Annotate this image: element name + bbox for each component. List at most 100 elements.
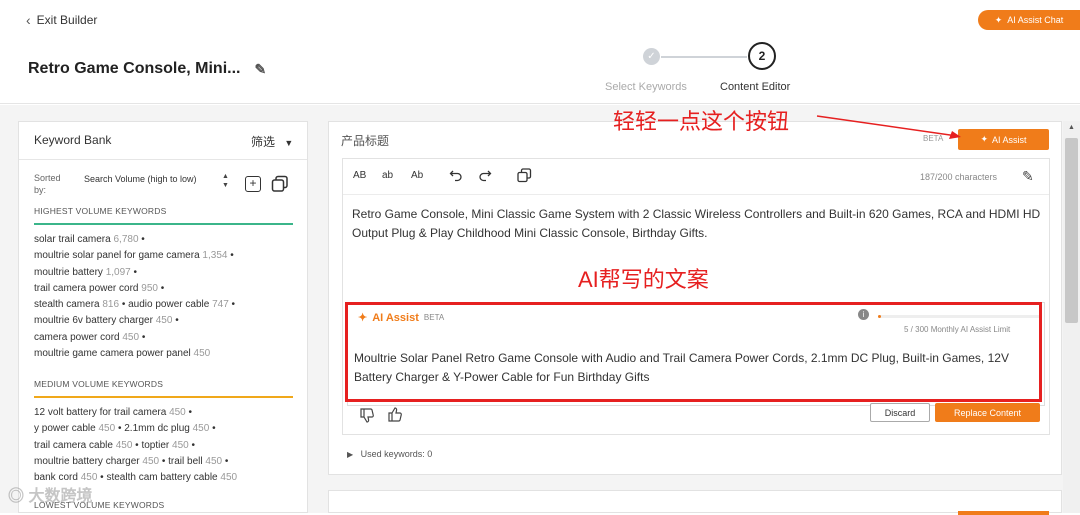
title-content-text[interactable]: Retro Game Console, Mini Classic Game Sy…	[352, 205, 1042, 243]
keyword-separator: •	[227, 250, 234, 262]
keyword-item[interactable]: trail bell	[168, 456, 202, 467]
keyword-section-heading: HIGHEST VOLUME KEYWORDS	[34, 206, 167, 216]
thumbs-down-icon[interactable]	[359, 407, 375, 423]
product-title-text: Retro Game Console, Mini...	[28, 60, 241, 77]
sorted-by-label: Sorted by:	[34, 173, 61, 195]
annotation-highlight-box	[345, 302, 1042, 402]
keyword-volume: 6,780	[113, 234, 139, 245]
keyword-volume: 450	[115, 439, 133, 451]
discard-button[interactable]: Discard	[870, 403, 930, 422]
step-connector-line	[661, 56, 747, 58]
keyword-volume: 450	[155, 315, 173, 327]
keyword-volume: 1,097	[105, 266, 131, 278]
filter-dropdown[interactable]: 筛选 ▼	[251, 133, 293, 150]
keyword-section-heading: MEDIUM VOLUME KEYWORDS	[34, 379, 164, 389]
keyword-item[interactable]: stealth cam battery cable	[106, 472, 217, 483]
ai-assist-chat-button[interactable]: ✦ AI Assist Chat	[978, 10, 1080, 30]
lowercase-button[interactable]: ab	[382, 170, 393, 181]
keyword-volume: 450	[192, 423, 210, 435]
scrollbar-thumb[interactable]	[1065, 138, 1078, 323]
step-1-label[interactable]: Select Keywords	[605, 81, 687, 93]
keyword-volume: 747	[212, 299, 229, 311]
redo-icon[interactable]	[478, 168, 492, 182]
keyword-item[interactable]: moultrie solar panel for game camera	[34, 250, 200, 261]
keyword-bank-panel: Keyword Bank 筛选 ▼ Sorted by: Search Volu…	[18, 121, 308, 513]
keyword-item[interactable]: 2.1mm dc plug	[124, 423, 190, 434]
add-keyword-icon[interactable]: +	[245, 176, 261, 192]
keyword-line: trail camera cable 450 • toptier 450 •	[34, 438, 299, 454]
keyword-volume: 450	[142, 455, 160, 467]
thumbs-up-icon[interactable]	[387, 407, 403, 423]
keyword-volume: 450	[122, 331, 140, 343]
titlecase-button[interactable]: Ab	[411, 170, 423, 181]
keyword-volume: 450	[98, 423, 116, 435]
keyword-list: solar trail camera 6,780 • moultrie sola…	[34, 232, 299, 362]
step-2-indicator[interactable]: 2	[748, 42, 776, 70]
keyword-separator: •	[157, 282, 165, 294]
keyword-separator: •	[209, 423, 216, 435]
keyword-item[interactable]: moultrie battery	[34, 267, 103, 278]
editor-toolbar: AB ab Ab 187/200 characters ✎	[343, 159, 1049, 195]
keyword-section-divider	[34, 396, 293, 398]
next-ai-assist-button-edge[interactable]	[958, 511, 1049, 515]
replace-content-button[interactable]: Replace Content	[935, 403, 1040, 422]
keyword-item[interactable]: y power cable	[34, 423, 96, 434]
filter-label: 筛选	[251, 135, 276, 149]
keyword-line: y power cable 450 • 2.1mm dc plug 450 •	[34, 421, 299, 437]
ai-assist-button[interactable]: ✦ AI Assist	[958, 129, 1049, 150]
edit-title-pencil-icon[interactable]: ✎	[254, 61, 266, 78]
keyword-item[interactable]: toptier	[141, 440, 169, 451]
keyword-line: moultrie battery charger 450 • trail bel…	[34, 454, 299, 470]
keyword-item[interactable]: trail camera cable	[34, 440, 113, 451]
keyword-volume: 450	[169, 407, 186, 418]
caret-down-icon: ▼	[284, 138, 294, 148]
keyword-separator: •	[138, 234, 145, 245]
keyword-item[interactable]: stealth camera	[34, 299, 100, 310]
watermark-text: 大数跨境	[28, 488, 93, 505]
annotation-arrow	[816, 115, 961, 139]
ai-assist-chat-label: AI Assist Chat	[1007, 15, 1064, 25]
keyword-section-divider	[34, 223, 293, 225]
scroll-up-arrow-icon[interactable]: ▲	[1068, 124, 1075, 131]
keyword-volume: 950	[141, 282, 158, 294]
keyword-item[interactable]: trail camera power cord	[34, 283, 138, 294]
keyword-separator: •	[159, 455, 169, 467]
used-keywords-toggle[interactable]: ▶ Used keywords: 0	[347, 449, 432, 459]
copy-icon[interactable]	[517, 168, 532, 183]
exit-builder-link[interactable]: ‹ Exit Builder	[26, 12, 97, 28]
uppercase-button[interactable]: AB	[353, 170, 366, 181]
keyword-separator: •	[228, 299, 236, 311]
copy-keywords-icon[interactable]	[271, 175, 289, 193]
keyword-line: stealth camera 816 • audio power cable 7…	[34, 297, 299, 313]
keyword-item[interactable]: 12 volt battery for trail camera	[34, 407, 166, 418]
keyword-volume: 450	[193, 348, 211, 360]
keyword-bank-header: Keyword Bank 筛选 ▼	[19, 122, 307, 160]
keyword-item[interactable]: moultrie 6v battery charger	[34, 315, 153, 326]
keyword-separator: •	[115, 423, 125, 435]
character-count: 187/200 characters	[920, 172, 998, 182]
product-title-field-label: 产品标题	[341, 134, 390, 148]
keyword-line: moultrie battery 1,097 •	[34, 265, 299, 281]
product-title-heading: Retro Game Console, Mini... ✎	[28, 60, 266, 78]
step-2-label[interactable]: Content Editor	[720, 81, 790, 93]
sort-select[interactable]: Search Volume (high to low)	[84, 172, 204, 186]
pencil-icon[interactable]: ✎	[1022, 168, 1034, 185]
keyword-line: solar trail camera 6,780 •	[34, 232, 299, 248]
keyword-item[interactable]: camera power cord	[34, 332, 120, 343]
sort-arrows-icon[interactable]: ▲ ▼	[222, 172, 229, 190]
keyword-separator: •	[185, 407, 193, 418]
ai-assist-button-label: AI Assist	[992, 134, 1027, 145]
keyword-item[interactable]: solar trail camera	[34, 234, 111, 245]
keyword-item[interactable]: moultrie game camera power panel	[34, 348, 191, 359]
keyword-separator: •	[130, 266, 138, 278]
exit-builder-label: Exit Builder	[36, 13, 98, 27]
step-1-complete-check-icon[interactable]: ✓	[643, 48, 660, 65]
watermark-icon: ◎	[8, 488, 25, 505]
keyword-separator: •	[139, 331, 146, 343]
undo-icon[interactable]	[449, 168, 463, 182]
keyword-item[interactable]: audio power cable	[128, 299, 209, 310]
chevron-left-icon: ‹	[26, 12, 31, 28]
keyword-item[interactable]: moultrie battery charger	[34, 456, 140, 467]
keyword-line: moultrie 6v battery charger 450 •	[34, 313, 299, 329]
keyword-separator: •	[222, 455, 229, 467]
